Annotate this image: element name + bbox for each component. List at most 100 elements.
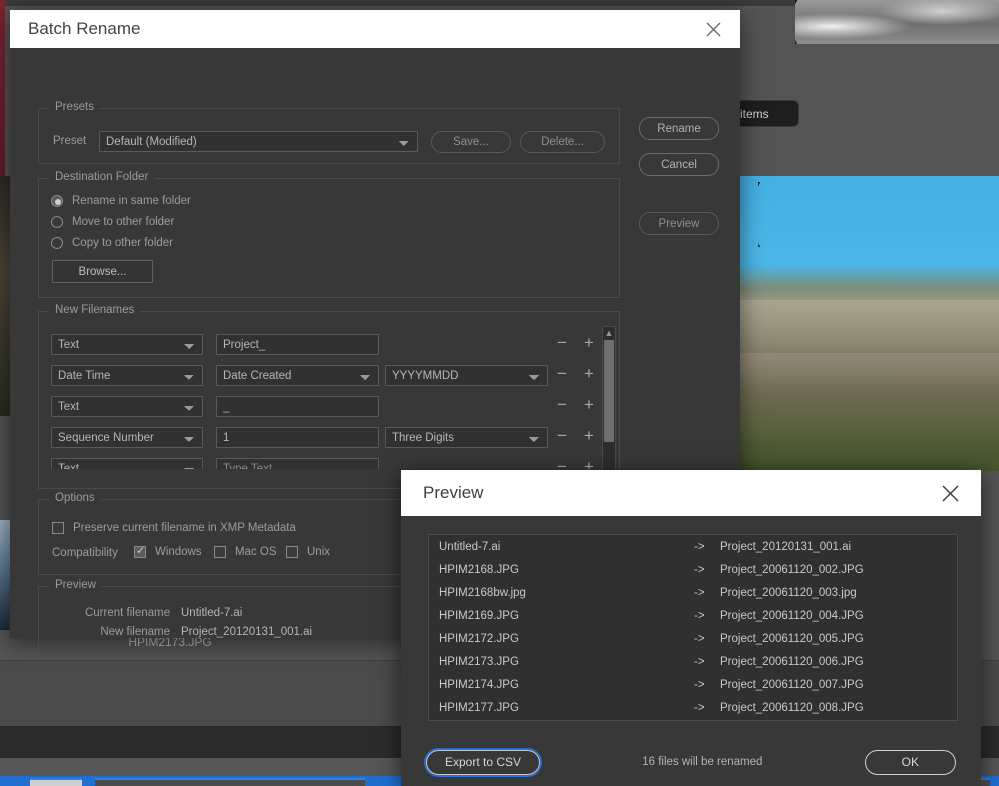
minus-icon[interactable]: − bbox=[557, 334, 567, 351]
list-item[interactable]: HPIM2177.JPG -> Project_20061120_008.JPG bbox=[429, 696, 957, 719]
new-filename: Project_20061120_008.JPG bbox=[720, 701, 864, 714]
new-filename: Project_20061120_004.JPG bbox=[720, 609, 864, 622]
taskbar-item-a[interactable] bbox=[30, 778, 82, 786]
preserve-filename-label: Preserve current filename in XMP Metadat… bbox=[73, 522, 296, 534]
filename-row-format-select[interactable]: Three Digits bbox=[385, 427, 548, 448]
checkbox-off-icon bbox=[52, 522, 64, 534]
filename-row-type-select[interactable]: Date Time bbox=[51, 365, 203, 386]
export-to-csv-button[interactable]: Export to CSV bbox=[426, 749, 541, 775]
current-filename-label: Current filename bbox=[84, 607, 170, 619]
new-filenames-group: New Filenames Text − + Date T bbox=[38, 304, 620, 489]
destination-folder-legend: Destination Folder bbox=[49, 171, 155, 183]
bw-tree-thumbnail[interactable] bbox=[795, 0, 999, 44]
filename-row-type-select[interactable]: Text bbox=[51, 334, 203, 355]
new-filename: Project_20061120_005.JPG bbox=[720, 632, 864, 645]
new-filenames-legend: New Filenames bbox=[49, 304, 141, 316]
minus-icon[interactable]: − bbox=[557, 396, 567, 413]
radio-move-other-folder-label: Move to other folder bbox=[72, 216, 175, 228]
compatibility-windows-checkbox[interactable]: Windows bbox=[134, 544, 202, 558]
new-filenames-rows: Text − + Date Time Date Created bbox=[47, 324, 599, 469]
list-item[interactable]: HPIM2169.JPG -> Project_20061120_004.JPG bbox=[429, 604, 957, 627]
scrollbar-thumb[interactable] bbox=[604, 340, 614, 442]
preview-file-list[interactable]: Untitled-7.ai -> Project_20120131_001.ai… bbox=[428, 534, 958, 721]
filename-row-value-input[interactable] bbox=[216, 427, 379, 448]
arrow-label: -> bbox=[694, 701, 705, 714]
batch-preview-legend: Preview bbox=[49, 579, 102, 591]
scroll-up-arrow-icon[interactable]: ▲ bbox=[603, 327, 615, 339]
pergola-thumbnail[interactable] bbox=[737, 176, 999, 471]
browse-button[interactable]: Browse... bbox=[52, 260, 153, 283]
radio-copy-other-folder-label: Copy to other folder bbox=[72, 237, 174, 249]
radio-on-icon bbox=[51, 195, 63, 207]
original-filename: HPIM2172.JPG bbox=[439, 632, 519, 645]
new-filename: Project_20061120_003.jpg bbox=[720, 586, 857, 599]
arrow-label: -> bbox=[694, 586, 705, 599]
minus-icon[interactable]: − bbox=[557, 427, 567, 444]
filename-row-value-input[interactable] bbox=[216, 458, 379, 469]
arrow-label: -> bbox=[694, 655, 705, 668]
presets-legend: Presets bbox=[49, 101, 100, 113]
preset-select[interactable]: Default (Modified) bbox=[99, 131, 418, 152]
filename-row-format-select[interactable]: YYYYMMDD bbox=[385, 365, 548, 386]
filename-row-value-input[interactable] bbox=[216, 334, 379, 355]
list-item[interactable]: Untitled-7.ai -> Project_20120131_001.ai bbox=[429, 535, 957, 558]
compatibility-macos-checkbox[interactable]: Mac OS bbox=[214, 546, 277, 558]
preview-dialog-title: Preview bbox=[423, 483, 484, 502]
compatibility-label: Compatibility bbox=[52, 547, 118, 559]
radio-rename-same-folder[interactable]: Rename in same folder bbox=[51, 195, 191, 207]
plus-icon[interactable]: + bbox=[584, 396, 594, 413]
plus-icon[interactable]: + bbox=[584, 458, 594, 469]
save-preset-button[interactable]: Save... bbox=[431, 131, 511, 153]
options-legend: Options bbox=[49, 492, 101, 504]
list-item[interactable]: HPIM2173.JPG -> Project_20061120_006.JPG bbox=[429, 650, 957, 673]
list-item[interactable]: HPIM2172.JPG -> Project_20061120_005.JPG bbox=[429, 627, 957, 650]
radio-copy-other-folder[interactable]: Copy to other folder bbox=[51, 237, 173, 249]
compatibility-unix-checkbox[interactable]: Unix bbox=[286, 546, 330, 558]
list-item[interactable]: HPIM2168.JPG -> Project_20061120_002.JPG bbox=[429, 558, 957, 581]
close-icon[interactable] bbox=[700, 16, 726, 42]
new-filename-value: Project_20120131_001.ai bbox=[181, 626, 313, 638]
left-thumbnail-b[interactable] bbox=[0, 520, 10, 630]
filename-row-type-select[interactable]: Text bbox=[51, 458, 203, 469]
taskbar-item-b[interactable] bbox=[95, 778, 365, 786]
preview-dialog-footer: Export to CSV 16 files will be renamed O… bbox=[401, 738, 981, 786]
close-icon[interactable] bbox=[937, 480, 963, 506]
new-filenames-scrollbar[interactable]: ▲ ▼ bbox=[602, 326, 616, 489]
original-filename: HPIM2168.JPG bbox=[439, 563, 519, 576]
preview-dialog-titlebar: Preview bbox=[401, 470, 981, 516]
radio-off-icon bbox=[51, 237, 63, 249]
new-filename: Project_20061120_007.JPG bbox=[720, 678, 864, 691]
left-thumbnail-a[interactable] bbox=[0, 176, 10, 416]
minus-icon[interactable]: − bbox=[557, 458, 567, 469]
rename-button[interactable]: Rename bbox=[639, 117, 719, 140]
radio-move-other-folder[interactable]: Move to other folder bbox=[51, 216, 174, 228]
new-filename-label: New filename bbox=[100, 626, 170, 638]
preview-button[interactable]: Preview bbox=[639, 212, 719, 235]
list-item[interactable]: HPIM2168bw.jpg -> Project_20061120_003.j… bbox=[429, 581, 957, 604]
new-filename: Project_20061120_006.JPG bbox=[720, 655, 864, 668]
plus-icon[interactable]: + bbox=[584, 334, 594, 351]
arrow-label: -> bbox=[694, 632, 705, 645]
ok-button[interactable]: OK bbox=[864, 749, 956, 775]
arrow-label: -> bbox=[694, 540, 705, 553]
cancel-button[interactable]: Cancel bbox=[639, 153, 719, 176]
filename-row-type-select[interactable]: Text bbox=[51, 396, 203, 417]
plus-icon[interactable]: + bbox=[584, 365, 594, 382]
new-filename: Project_20061120_002.JPG bbox=[720, 563, 864, 576]
files-renamed-count: 16 files will be renamed bbox=[642, 756, 763, 768]
delete-preset-button[interactable]: Delete... bbox=[520, 131, 605, 153]
batch-rename-titlebar: Batch Rename bbox=[10, 10, 740, 48]
batch-rename-title: Batch Rename bbox=[28, 19, 141, 38]
compatibility-windows-label: Windows bbox=[155, 546, 202, 558]
list-item[interactable]: HPIM2174.JPG -> Project_20061120_007.JPG bbox=[429, 673, 957, 696]
arrow-label: -> bbox=[694, 563, 705, 576]
radio-off-icon bbox=[51, 216, 63, 228]
filename-row-type-select[interactable]: Sequence Number bbox=[51, 427, 203, 448]
minus-icon[interactable]: − bbox=[557, 365, 567, 382]
filename-row-value-select[interactable]: Date Created bbox=[216, 365, 379, 386]
filename-row-value-input[interactable] bbox=[216, 396, 379, 417]
plus-icon[interactable]: + bbox=[584, 427, 594, 444]
original-filename: HPIM2177.JPG bbox=[439, 701, 519, 714]
preserve-filename-checkbox[interactable]: Preserve current filename in XMP Metadat… bbox=[52, 522, 296, 534]
presets-group: Presets Preset Default (Modified) Save..… bbox=[38, 101, 620, 164]
